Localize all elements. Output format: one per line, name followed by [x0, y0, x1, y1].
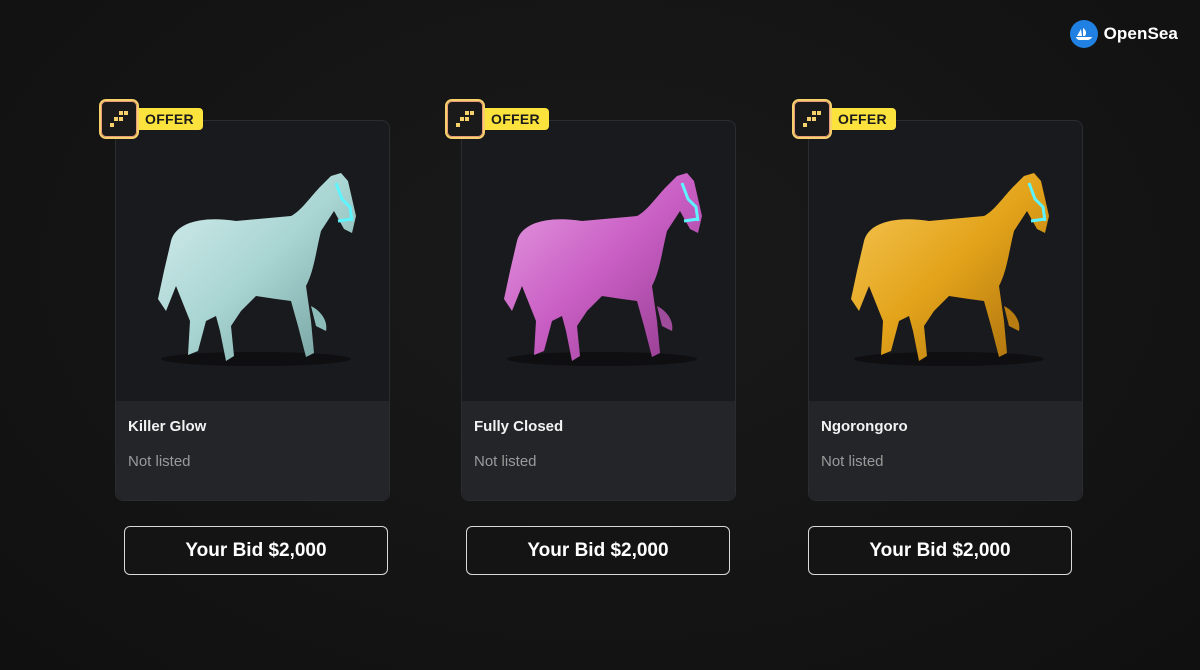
offer-badge-label: OFFER	[479, 108, 549, 130]
horse-image-pink	[504, 173, 702, 366]
offer-badge-1: OFFER	[99, 99, 203, 139]
offer-badge-2: OFFER	[445, 99, 549, 139]
page: OpenSea Killer Glow Not listed OFFER You…	[0, 0, 1200, 670]
your-bid-button-2[interactable]: Your Bid $2,000	[466, 526, 730, 575]
brand-name: OpenSea	[1103, 24, 1178, 43]
nft-info-1: Killer Glow Not listed	[116, 401, 389, 500]
nft-title[interactable]: Killer Glow	[128, 418, 206, 435]
nft-card-2[interactable]: Fully Closed Not listed	[461, 120, 736, 501]
nft-image-3[interactable]	[809, 121, 1082, 401]
nft-info-2: Fully Closed Not listed	[462, 401, 735, 500]
horse-image-gold	[851, 173, 1049, 366]
nft-status: Not listed	[128, 453, 191, 470]
offer-squares-icon	[99, 99, 139, 139]
your-bid-button-1[interactable]: Your Bid $2,000	[124, 526, 388, 575]
offer-badge-label: OFFER	[826, 108, 896, 130]
your-bid-button-3[interactable]: Your Bid $2,000	[808, 526, 1072, 575]
offer-squares-icon	[792, 99, 832, 139]
nft-title[interactable]: Ngorongoro	[821, 418, 908, 435]
nft-image-1[interactable]	[116, 121, 389, 401]
opensea-logo-icon	[1069, 20, 1098, 48]
offer-badge-label: OFFER	[133, 108, 203, 130]
horse-image-silver	[158, 173, 356, 366]
opensea-brand[interactable]: OpenSea	[1069, 20, 1178, 48]
nft-status: Not listed	[474, 453, 537, 470]
nft-title[interactable]: Fully Closed	[474, 418, 563, 435]
nft-info-3: Ngorongoro Not listed	[809, 401, 1082, 500]
offer-badge-3: OFFER	[792, 99, 896, 139]
nft-card-3[interactable]: Ngorongoro Not listed	[808, 120, 1083, 501]
offer-squares-icon	[445, 99, 485, 139]
nft-status: Not listed	[821, 453, 884, 470]
nft-image-2[interactable]	[462, 121, 735, 401]
nft-card-1[interactable]: Killer Glow Not listed	[115, 120, 390, 501]
